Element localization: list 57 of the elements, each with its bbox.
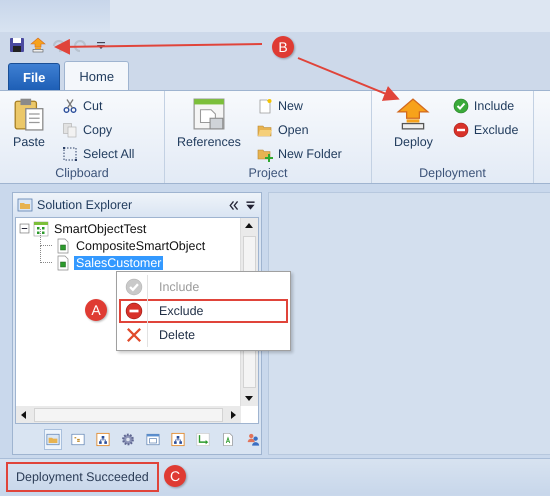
collapse-icon[interactable] — [227, 198, 240, 212]
ribbon-button[interactable]: References — [171, 95, 247, 165]
ribbon-button[interactable]: Open — [254, 119, 344, 141]
document-icon — [192, 97, 226, 131]
save-icon[interactable] — [9, 37, 25, 53]
folder-icon[interactable] — [45, 430, 61, 448]
panel-title: Solution Explorer — [37, 198, 134, 212]
ribbon-button[interactable]: New Folder — [254, 143, 344, 165]
button-label: Paste — [13, 135, 45, 149]
smartobject-icon — [55, 238, 71, 254]
minus-circle-icon — [452, 122, 469, 138]
horizontal-scrollbar[interactable] — [16, 406, 241, 423]
x-icon — [125, 326, 143, 344]
copy-icon — [62, 122, 78, 138]
ribbon-button[interactable]: Cut — [60, 95, 136, 117]
project-icon — [33, 220, 49, 236]
ribbon-button[interactable]: New — [254, 95, 344, 117]
check-icon — [125, 278, 143, 296]
clipboard-icon — [12, 97, 46, 131]
menu-icon[interactable] — [244, 198, 257, 212]
ribbon-button[interactable]: Copy — [60, 119, 136, 141]
minus-circle-icon — [125, 302, 143, 320]
folder-icon — [17, 197, 33, 213]
ribbon-button[interactable]: Include — [450, 95, 520, 117]
button-label: New Folder — [278, 147, 342, 161]
scissors-icon — [62, 98, 78, 114]
tree-item[interactable]: SmartObjectTest — [52, 222, 148, 236]
ribbon-button[interactable]: Deploy — [388, 95, 439, 165]
redo-icon[interactable] — [72, 37, 88, 53]
button-label: Exclude — [474, 123, 518, 137]
button-label: Include — [474, 99, 514, 113]
status-text: Deployment Succeeded — [6, 462, 159, 492]
button-label: Select All — [83, 147, 134, 161]
smartobject-icon — [55, 254, 71, 270]
ribbon-button[interactable]: Select All — [60, 143, 136, 165]
tree-item[interactable]: CompositeSmartObject — [74, 238, 208, 252]
up-arrow-icon — [396, 97, 430, 131]
group-title: Deployment — [418, 165, 487, 182]
button-label: Copy — [83, 123, 112, 137]
button-label: Open — [278, 123, 309, 137]
ribbon-tab[interactable]: File — [8, 63, 60, 90]
selection-icon — [62, 146, 78, 162]
menu-item[interactable]: Exclude — [119, 299, 288, 323]
menu-item[interactable]: Delete — [119, 323, 288, 347]
check-icon — [452, 98, 469, 114]
button-label: References — [177, 135, 241, 149]
expander-icon[interactable] — [19, 223, 30, 234]
ribbon-tab[interactable]: Home — [64, 61, 130, 90]
button-label: Cut — [83, 99, 102, 113]
ribbon-button[interactable]: Exclude — [450, 119, 520, 141]
new-page-icon — [256, 98, 273, 114]
button-label: New — [278, 99, 303, 113]
group-title: Project — [248, 165, 288, 182]
button-label: Deploy — [394, 135, 433, 149]
group-title: Clipboard — [54, 165, 110, 182]
ribbon-button[interactable]: Paste — [6, 95, 52, 165]
up-arrow-icon[interactable] — [30, 37, 46, 53]
